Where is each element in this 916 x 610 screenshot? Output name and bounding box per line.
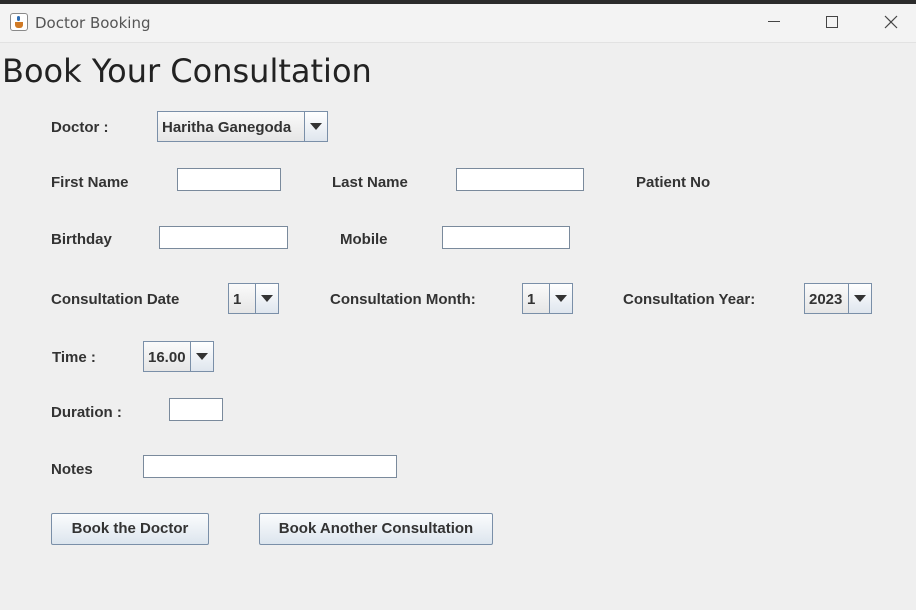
last-name-field[interactable] bbox=[456, 168, 584, 191]
doctor-select[interactable]: Haritha Ganegoda bbox=[157, 111, 328, 142]
minimize-button[interactable] bbox=[746, 4, 802, 40]
time-select[interactable]: 16.00 bbox=[143, 341, 214, 372]
book-doctor-button[interactable]: Book the Doctor bbox=[51, 513, 209, 545]
last-name-label: Last Name bbox=[332, 174, 408, 191]
consultation-date-select[interactable]: 1 bbox=[228, 283, 279, 314]
consultation-date-dropdown-button[interactable] bbox=[255, 284, 278, 313]
maximize-icon bbox=[826, 16, 838, 28]
time-label: Time : bbox=[52, 349, 96, 366]
duration-label: Duration : bbox=[51, 404, 122, 421]
close-icon bbox=[884, 15, 898, 29]
maximize-button[interactable] bbox=[804, 4, 860, 40]
window-title: Doctor Booking bbox=[35, 14, 151, 32]
doctor-select-value: Haritha Ganegoda bbox=[162, 119, 292, 136]
consultation-month-value: 1 bbox=[527, 291, 536, 308]
time-value: 16.00 bbox=[148, 349, 186, 366]
close-button[interactable] bbox=[862, 4, 916, 40]
chevron-down-icon bbox=[261, 295, 273, 302]
duration-field[interactable] bbox=[169, 398, 223, 421]
birthday-field[interactable] bbox=[159, 226, 288, 249]
notes-label: Notes bbox=[51, 461, 93, 478]
book-another-consultation-button[interactable]: Book Another Consultation bbox=[259, 513, 493, 545]
consultation-year-select[interactable]: 2023 bbox=[804, 283, 872, 314]
notes-field[interactable] bbox=[143, 455, 397, 478]
consultation-year-value: 2023 bbox=[809, 291, 843, 308]
patient-no-label: Patient No bbox=[636, 174, 711, 191]
minimize-icon bbox=[768, 21, 780, 22]
first-name-field[interactable] bbox=[177, 168, 281, 191]
chevron-down-icon bbox=[196, 353, 208, 360]
time-dropdown-button[interactable] bbox=[190, 342, 213, 371]
chevron-down-icon bbox=[555, 295, 567, 302]
birthday-label: Birthday bbox=[51, 231, 112, 248]
chevron-down-icon bbox=[310, 123, 322, 130]
java-cup-icon bbox=[10, 13, 28, 31]
doctor-label: Doctor : bbox=[51, 119, 109, 136]
consultation-month-label: Consultation Month: bbox=[330, 291, 476, 308]
consultation-year-label: Consultation Year: bbox=[623, 291, 756, 308]
consultation-date-value: 1 bbox=[233, 291, 242, 308]
mobile-label: Mobile bbox=[340, 231, 388, 248]
consultation-date-label: Consultation Date bbox=[51, 291, 180, 308]
consultation-year-dropdown-button[interactable] bbox=[848, 284, 871, 313]
page-title: Book Your Consultation bbox=[2, 52, 372, 90]
mobile-field[interactable] bbox=[442, 226, 570, 249]
first-name-label: First Name bbox=[51, 174, 129, 191]
doctor-dropdown-button[interactable] bbox=[304, 112, 327, 141]
chevron-down-icon bbox=[854, 295, 866, 302]
consultation-month-select[interactable]: 1 bbox=[522, 283, 573, 314]
window-titlebar[interactable]: Doctor Booking bbox=[0, 4, 916, 43]
consultation-month-dropdown-button[interactable] bbox=[549, 284, 572, 313]
